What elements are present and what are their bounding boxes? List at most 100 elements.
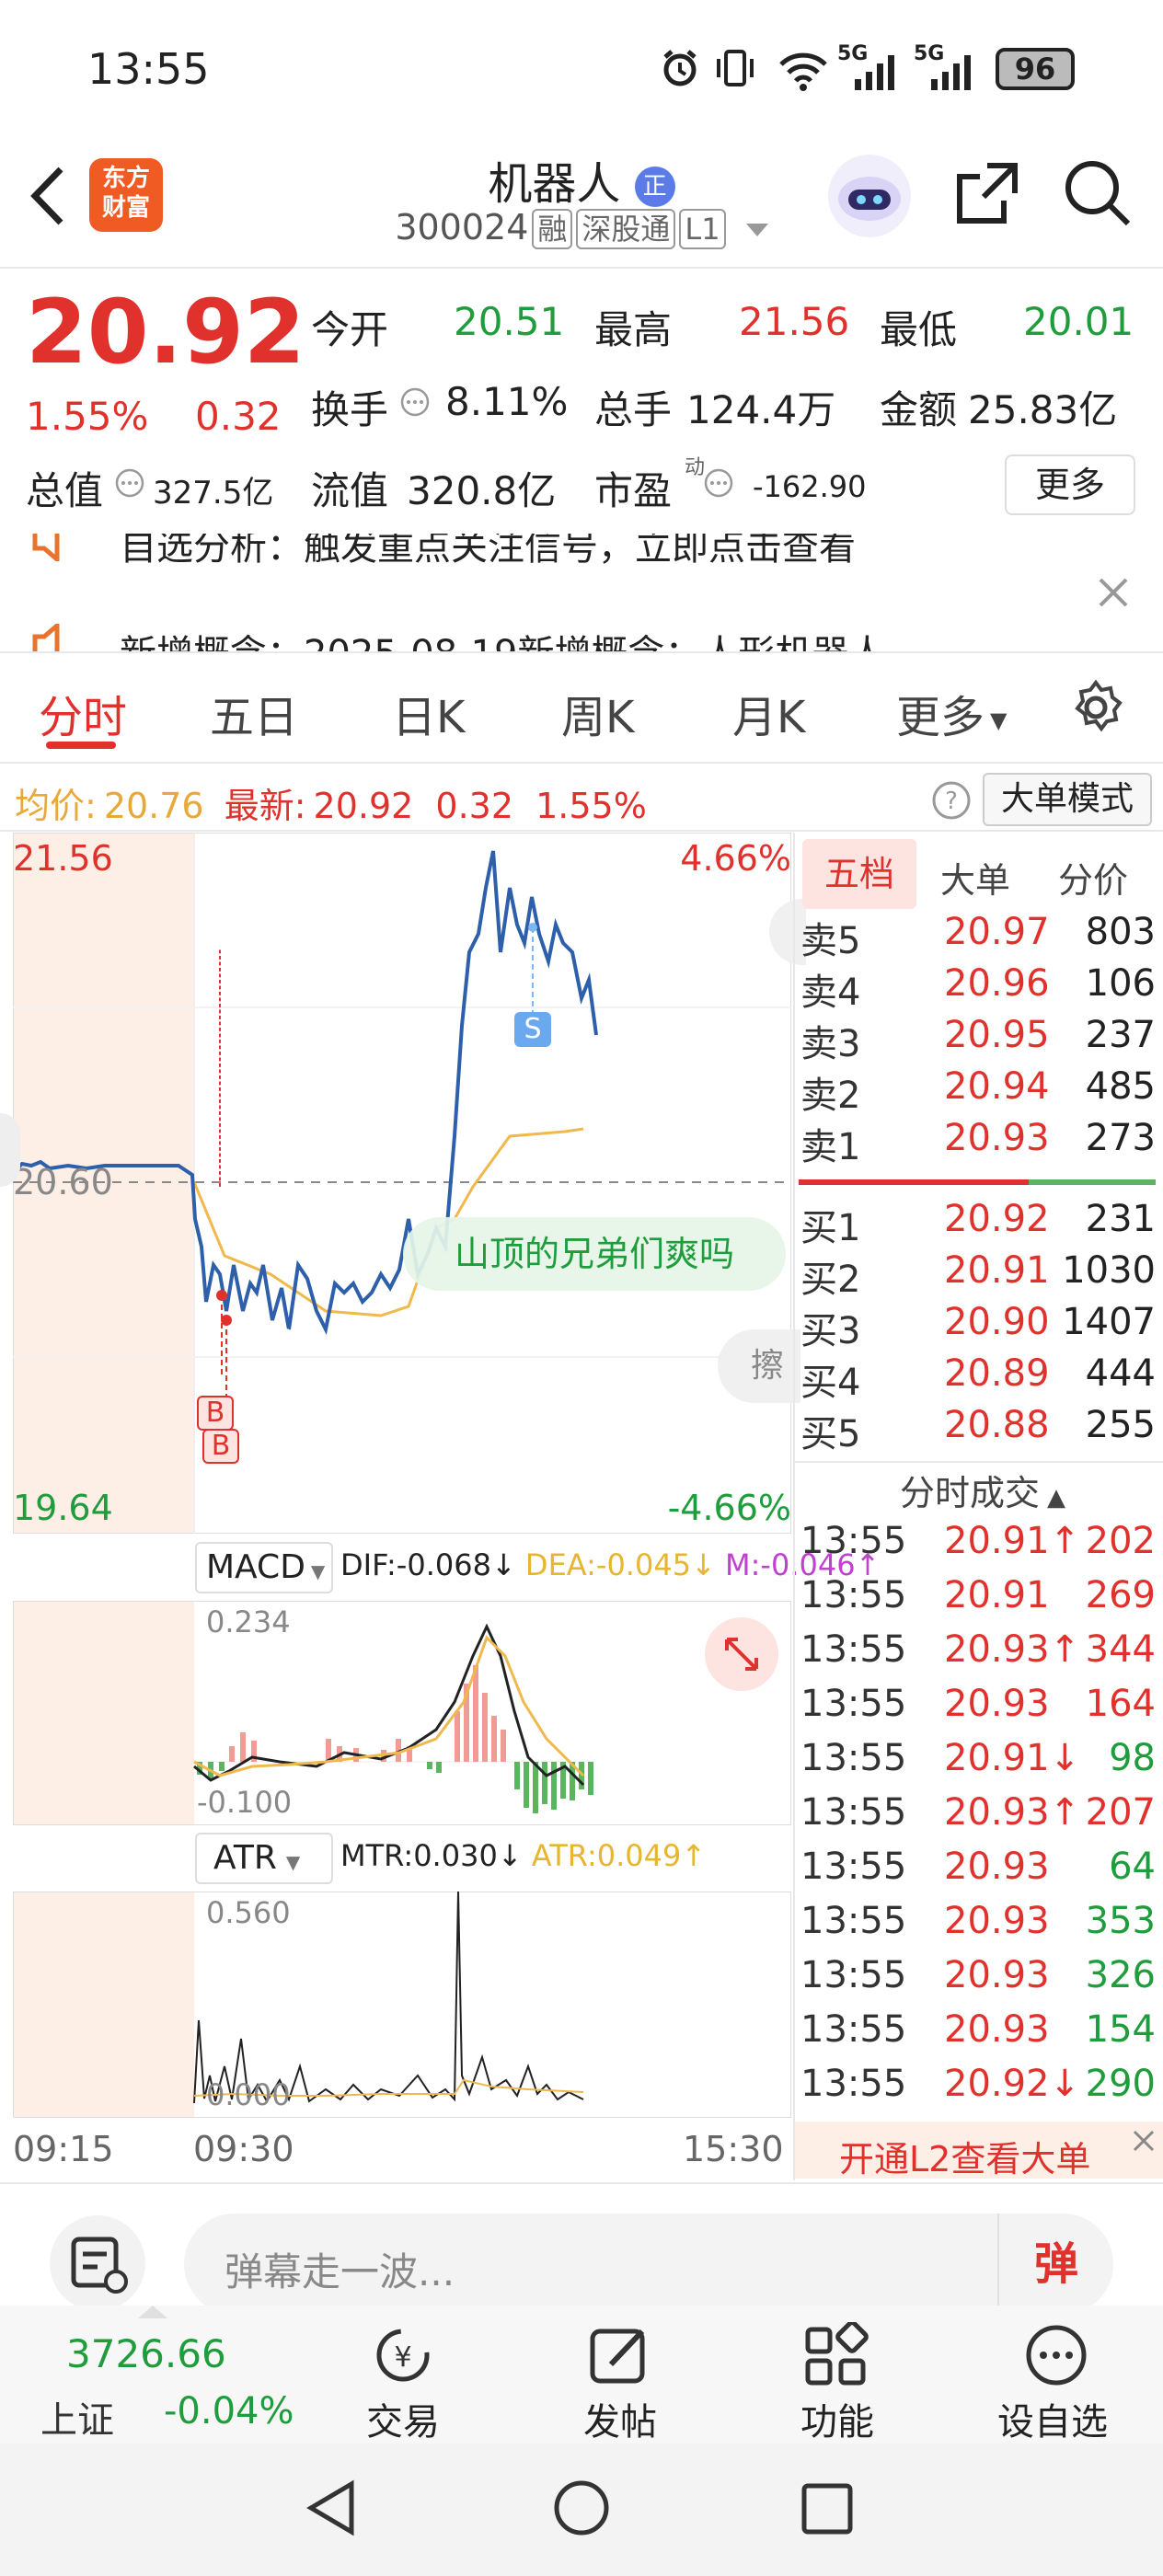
l2-banner[interactable]: 开通L2查看大单 [795,2122,1163,2179]
bid-row: 买4 20.89 444 [800,1352,1159,1404]
x-label-open: 09:30 [193,2129,294,2169]
atr-chart[interactable]: 0.560 0.000 [12,1891,792,2119]
notice-2[interactable]: 新增概念：2025-08-19新增概念：人形机器人 [120,624,885,653]
trade-row: 13:55 20.93 64 [800,1846,1159,1900]
danmu-bubble[interactable]: 山顶的兄弟们爽吗 [403,1217,786,1291]
nav-add-watchlist[interactable]: 设自选 [997,2392,1108,2445]
trade-label: 13:55 [800,1683,907,1725]
trade-volume: 98 [1109,1737,1156,1779]
buy-marker-2[interactable]: B [202,1429,239,1464]
mcap-value: 327.5亿 [153,475,274,512]
search-icon[interactable] [1063,158,1133,228]
macd-chart[interactable]: 0.234 -0.100 [12,1600,792,1826]
turnover-label: 换手 [311,387,389,432]
tab-weekly-k[interactable]: 周K [561,681,634,745]
tab-more-label: 更多 [896,692,985,743]
index-value[interactable]: 3726.66 [66,2331,226,2376]
bid-price: 20.91 [944,1249,1050,1292]
tab-monthly-k[interactable]: 月K [732,681,805,745]
danmu-list-icon[interactable] [50,2215,145,2311]
erase-button[interactable]: 擦 [718,1329,800,1403]
trade-icon[interactable]: ¥ [366,2322,440,2388]
volume-value: 124.4万 [686,387,836,432]
nav-home-icon[interactable] [552,2478,611,2537]
share-icon[interactable] [952,158,1022,228]
robot-avatar[interactable] [828,155,911,237]
big-order-mode-button[interactable]: 大单模式 [983,773,1152,826]
index-change[interactable]: -0.04% [164,2390,294,2432]
trade-row: 13:55 20.93 154 [800,2008,1159,2063]
book-tab-level5[interactable]: 五档 [802,839,916,909]
nav-trade[interactable]: 交易 [366,2392,440,2445]
trade-row: 13:55 20.92↓ 290 [800,2063,1159,2117]
trade-label: 13:55 [800,1520,907,1562]
macd-selector[interactable]: MACD ▼ [195,1542,333,1593]
ask-price: 20.96 [944,962,1050,1005]
bid-row: 买5 20.88 255 [800,1404,1159,1455]
tab-daily-k[interactable]: 日K [392,681,465,745]
info-dots-icon-3[interactable] [703,467,734,499]
trade-label: 13:55 [800,1900,907,1942]
trade-price: 20.92↓ [944,2063,1081,2105]
tag-level: L1 [679,209,726,249]
turnover-value: 8.11% [445,379,569,424]
trades-title[interactable]: 分时成交 ▲ [900,1465,1065,1515]
trade-row: 13:55 20.91 269 [800,1574,1159,1628]
signal-icon-2 [927,52,979,92]
pe-value: -162.90 [753,469,867,504]
more-dots-icon[interactable] [1019,2322,1093,2388]
sell-marker[interactable]: S [514,1012,551,1047]
more-button[interactable]: 更多 [1005,454,1135,515]
info-dots-icon[interactable] [399,386,431,418]
bid-volume: 444 [1085,1352,1156,1395]
ask-row: 卖3 20.95 237 [800,1014,1159,1065]
chevron-down-icon[interactable] [745,223,768,236]
atr-selector[interactable]: ATR ▼ [195,1833,333,1884]
trade-label: 13:55 [800,1574,907,1616]
notice-area[interactable]: 自选分析：触发重点关注信号，立即点击查看 新增概念：2025-08-19新增概念… [0,534,1163,653]
book-tab-bigorders[interactable]: 大单 [940,852,1010,903]
ask-volume: 485 [1085,1065,1156,1108]
tab-intraday[interactable]: 分时 [39,681,127,745]
trade-row: 13:55 20.93 164 [800,1683,1159,1737]
nav-recent-icon[interactable] [800,2482,854,2536]
expand-icon[interactable] [705,1617,778,1691]
nav-post[interactable]: 发帖 [583,2392,657,2445]
danmu-send-button[interactable]: 弹 [997,2214,1113,2315]
trade-price: 20.91↓ [944,1737,1081,1779]
signal-icon [851,52,903,92]
help-icon[interactable]: ? [931,780,972,821]
bid-label: 买5 [800,1413,861,1455]
svg-text:¥: ¥ [394,2341,411,2374]
info-dots-icon-2[interactable] [114,467,145,499]
settings-gear-icon[interactable] [1067,679,1124,736]
index-name[interactable]: 上证 [40,2390,114,2444]
battery-icon: 96 [996,48,1075,90]
bid-row: 买1 20.92 231 [800,1198,1159,1249]
close-icon-2[interactable] [1130,2127,1157,2155]
wifi-icon [777,48,829,92]
tab-five-day[interactable]: 五日 [210,681,298,745]
trade-price: 20.93↑ [944,1791,1081,1834]
left-handle[interactable] [0,1113,20,1187]
tab-more[interactable]: 更多 ▼ [896,681,1007,745]
function-icon[interactable] [800,2320,874,2388]
speaker-icon-2 [28,620,83,653]
nav-back-icon[interactable] [304,2478,359,2537]
volume-label: 总手 [594,387,673,432]
danmu-input[interactable]: 弹幕走一波... [184,2214,1113,2315]
book-tab-price[interactable]: 分价 [1058,852,1128,903]
notice-1[interactable]: 自选分析：触发重点关注信号，立即点击查看 [120,534,856,570]
system-nav [0,2444,1163,2576]
open-label: 今开 [311,307,389,352]
screen: { "status_bar":{"time":"13:55","battery"… [0,0,1163,2576]
buy-marker[interactable]: B [197,1396,234,1431]
intraday-chart[interactable]: 21.56 20.60 19.64 4.66% -4.66% 山顶的兄弟们爽吗 … [11,832,806,1535]
close-icon[interactable] [1095,574,1132,611]
svg-text:?: ? [945,788,958,815]
trade-row: 13:55 20.93↑ 207 [800,1791,1159,1846]
nav-function[interactable]: 功能 [800,2392,874,2445]
y-top-label: 21.56 [13,838,113,879]
post-icon[interactable] [583,2322,657,2388]
status-bar: 13:55 5G 5G 96 [0,0,1163,138]
